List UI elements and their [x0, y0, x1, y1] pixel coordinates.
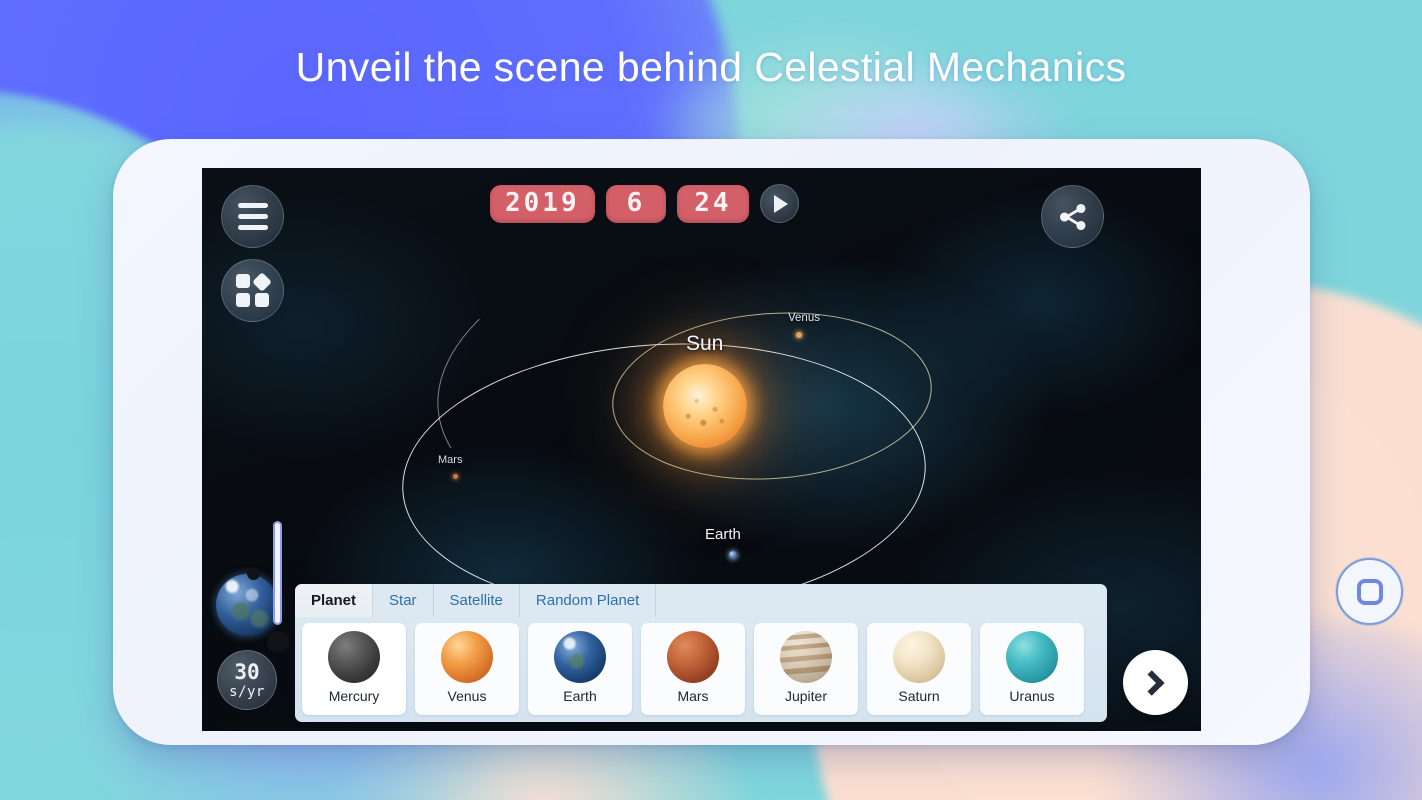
venus-label: Venus	[788, 312, 820, 324]
planet-card-label: Venus	[447, 688, 487, 704]
planet-card-jupiter[interactable]: Jupiter	[754, 623, 858, 715]
planet-card-label: Saturn	[898, 688, 940, 704]
sun-label: Sun	[686, 332, 724, 355]
phone-device-frame: Sun Venus Earth Mars 2019 6 24 30 s/yr P…	[113, 139, 1403, 745]
grid-button[interactable]	[221, 259, 284, 322]
planet-card-label: Uranus	[1009, 688, 1055, 704]
planet-card-list: Mercury Venus Earth Mars Jupiter Saturn …	[295, 617, 1107, 722]
planet-card-mars[interactable]: Mars	[641, 623, 745, 715]
day-field[interactable]: 24	[677, 184, 749, 223]
earth-body[interactable]	[729, 551, 737, 559]
month-field[interactable]: 6	[605, 184, 667, 223]
venus-body[interactable]	[796, 332, 802, 338]
next-button[interactable]	[1123, 650, 1188, 715]
planet-card-label: Mercury	[328, 688, 380, 704]
menu-button[interactable]	[221, 185, 284, 248]
sun-body[interactable]	[663, 364, 747, 448]
body-selector-panel: Planet Star Satellite Random Planet Merc…	[295, 584, 1107, 722]
share-button[interactable]	[1041, 185, 1104, 248]
planet-card-earth[interactable]: Earth	[528, 623, 632, 715]
speed-unit: s/yr	[229, 683, 265, 700]
earth-icon	[554, 631, 606, 683]
year-field[interactable]: 2019	[490, 184, 595, 223]
hamburger-menu-icon	[237, 203, 268, 230]
earth-label: Earth	[705, 526, 741, 543]
planet-card-label: Earth	[563, 688, 597, 704]
tab-satellite[interactable]: Satellite	[434, 584, 520, 617]
earth-globe-icon[interactable]	[216, 574, 278, 636]
uranus-icon	[1006, 631, 1058, 683]
home-button[interactable]	[1336, 558, 1403, 625]
planet-card-label: Jupiter	[784, 688, 828, 704]
tab-planet[interactable]: Planet	[295, 584, 374, 617]
planet-card-uranus[interactable]: Uranus	[980, 623, 1084, 715]
planet-card-saturn[interactable]: Saturn	[867, 623, 971, 715]
planet-card-venus[interactable]: Venus	[415, 623, 519, 715]
grid-apps-icon	[235, 271, 272, 308]
phone-screen: Sun Venus Earth Mars 2019 6 24 30 s/yr P…	[202, 168, 1201, 731]
volume-rocker[interactable]	[273, 521, 282, 625]
tab-random-planet[interactable]: Random Planet	[520, 584, 657, 617]
jupiter-icon	[780, 631, 832, 683]
page-title: Unveil the scene behind Celestial Mechan…	[295, 44, 1127, 90]
chevron-right-icon	[1138, 669, 1164, 696]
mercury-icon	[328, 631, 380, 683]
device-dot-small	[247, 567, 260, 580]
saturn-icon	[893, 631, 945, 683]
mars-body[interactable]	[453, 474, 458, 479]
device-dot-large	[267, 631, 289, 653]
mars-label: Mars	[438, 454, 463, 466]
selector-tabs: Planet Star Satellite Random Planet	[295, 584, 1107, 617]
share-icon	[1059, 203, 1085, 230]
planet-card-label: Mars	[677, 688, 709, 704]
tab-star[interactable]: Star	[373, 584, 434, 617]
home-button-square-icon	[1356, 578, 1383, 605]
tab-filler	[656, 584, 1107, 617]
date-bar: 2019 6 24	[490, 184, 799, 223]
planet-card-mercury[interactable]: Mercury	[302, 623, 406, 715]
venus-icon	[441, 631, 493, 683]
speed-value: 30	[234, 659, 260, 684]
play-icon	[774, 194, 789, 213]
mars-icon	[667, 631, 719, 683]
simulation-speed-button[interactable]: 30 s/yr	[217, 650, 277, 710]
play-button[interactable]	[759, 184, 799, 223]
